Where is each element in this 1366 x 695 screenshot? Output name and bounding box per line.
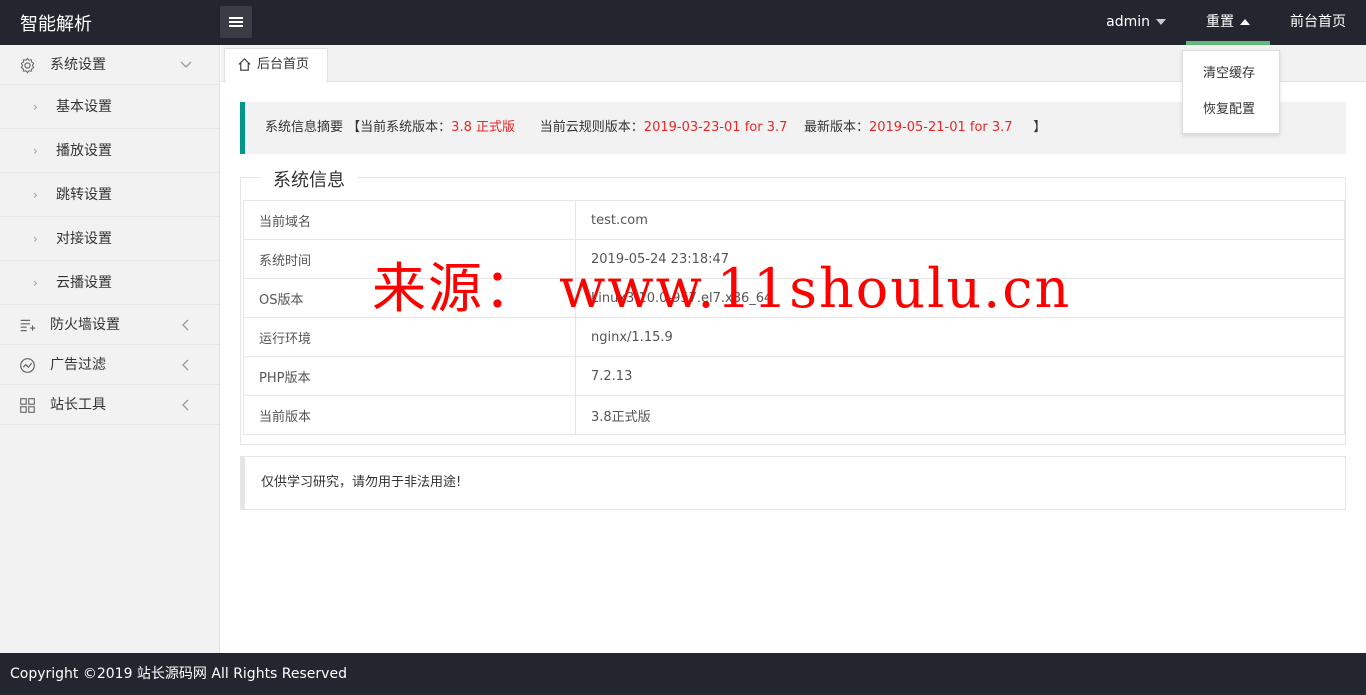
app-title: 智能解析 — [20, 14, 92, 35]
sidebar-item-label: 对接设置 — [56, 231, 112, 247]
summary-close: 】 — [1033, 120, 1047, 135]
list-add-icon — [20, 319, 36, 332]
sidebar-group-label: 站长工具 — [50, 397, 106, 413]
sidebar-group-label: 防火墙设置 — [50, 317, 120, 333]
sidebar-group-label: 广告过滤 — [50, 357, 106, 373]
chevron-right-icon: › — [33, 144, 38, 158]
sidebar-item-label: 跳转设置 — [56, 187, 112, 203]
restore-config-item[interactable]: 恢复配置 — [1183, 92, 1279, 128]
sidebar-item-label: 播放设置 — [56, 143, 112, 159]
summary-label: 系统信息摘要 — [265, 120, 344, 135]
sidebar-group-tools[interactable]: 站长工具 — [0, 385, 219, 425]
table-row: 当前版本 3.8正式版 — [243, 395, 1345, 435]
info-value: 3.8正式版 — [575, 395, 1345, 435]
watermark-text: 来源： www.11shoulu.cn — [372, 257, 1072, 320]
tab-label: 后台首页 — [257, 57, 310, 72]
system-summary: 系统信息摘要 【当前系统版本：3.8 正式版 当前云规则版本：2019-03-2… — [240, 102, 1346, 154]
info-key: 当前域名 — [243, 200, 576, 240]
reset-menu[interactable]: 重置 — [1186, 0, 1270, 45]
sidebar-item-label: 云播设置 — [56, 275, 112, 291]
chevron-right-icon: › — [33, 188, 38, 202]
summary-open: 【当前系统版本： — [347, 120, 452, 135]
chevron-down-icon — [180, 61, 192, 68]
menu-toggle-button[interactable] — [220, 6, 252, 38]
header-nav: admin 重置 前台首页 — [1086, 0, 1366, 45]
info-key: 当前版本 — [243, 395, 576, 435]
user-name: admin — [1106, 14, 1150, 30]
reset-label: 重置 — [1206, 14, 1234, 30]
hamburger-icon — [229, 17, 243, 27]
chevron-right-icon: › — [33, 276, 38, 290]
sidebar-item-cloudplay[interactable]: › 云播设置 — [0, 261, 219, 305]
sidebar-group-firewall[interactable]: 防火墙设置 — [0, 305, 219, 345]
caret-up-icon — [1240, 19, 1250, 25]
reset-dropdown: 清空缓存 恢复配置 — [1182, 50, 1280, 134]
sidebar-group-label: 系统设置 — [50, 57, 106, 73]
info-value: test.com — [575, 200, 1345, 240]
clear-cache-item[interactable]: 清空缓存 — [1183, 56, 1279, 92]
top-header: 智能解析 admin 重置 前台首页 — [0, 0, 1366, 45]
chevron-left-icon — [182, 359, 189, 371]
chevron-left-icon — [182, 399, 189, 411]
info-value: 7.2.13 — [575, 356, 1345, 396]
info-key: PHP版本 — [243, 356, 576, 396]
caret-down-icon — [1156, 19, 1166, 25]
user-menu[interactable]: admin — [1086, 0, 1186, 45]
table-row: 运行环境 nginx/1.15.9 — [243, 317, 1345, 357]
grid-icon — [20, 398, 35, 413]
cloud-rule-version: 2019-03-23-01 for 3.7 — [643, 120, 788, 135]
table-row: PHP版本 7.2.13 — [243, 356, 1345, 396]
latest-label: 最新版本： — [803, 120, 869, 135]
sidebar-item-basic[interactable]: › 基本设置 — [0, 85, 219, 129]
sidebar-item-label: 基本设置 — [56, 99, 112, 115]
frontend-home-link[interactable]: 前台首页 — [1270, 0, 1366, 45]
chevron-right-icon: › — [33, 232, 38, 246]
current-version: 3.8 正式版 — [451, 120, 515, 135]
sidebar: 系统设置 › 基本设置 › 播放设置 › 跳转设置 › 对接设置 › 云播设置 防火墙设置… — [0, 45, 220, 653]
gear-icon — [20, 57, 35, 74]
chart-circle-icon — [20, 358, 35, 373]
latest-version: 2019-05-21-01 for 3.7 — [868, 120, 1013, 135]
sidebar-item-play[interactable]: › 播放设置 — [0, 129, 219, 173]
system-info-legend: 系统信息 — [261, 166, 357, 192]
chevron-right-icon: › — [33, 100, 38, 114]
footer-copyright: Copyright ©2019 站长源码网 All Rights Reserve… — [0, 653, 1366, 695]
sidebar-group-ads[interactable]: 广告过滤 — [0, 345, 219, 385]
home-icon — [238, 58, 251, 71]
cloud-rule-label: 当前云规则版本： — [539, 120, 644, 135]
disclaimer-notice: 仅供学习研究，请勿用于非法用途! — [240, 456, 1346, 510]
chevron-left-icon — [182, 319, 189, 331]
info-key: 运行环境 — [243, 317, 576, 357]
sidebar-item-redirect[interactable]: › 跳转设置 — [0, 173, 219, 217]
sidebar-group-system[interactable]: 系统设置 — [0, 45, 219, 85]
sidebar-item-connect[interactable]: › 对接设置 — [0, 217, 219, 261]
tab-home[interactable]: 后台首页 — [224, 48, 328, 83]
table-row: 当前域名 test.com — [243, 200, 1345, 240]
info-value: nginx/1.15.9 — [575, 317, 1345, 357]
